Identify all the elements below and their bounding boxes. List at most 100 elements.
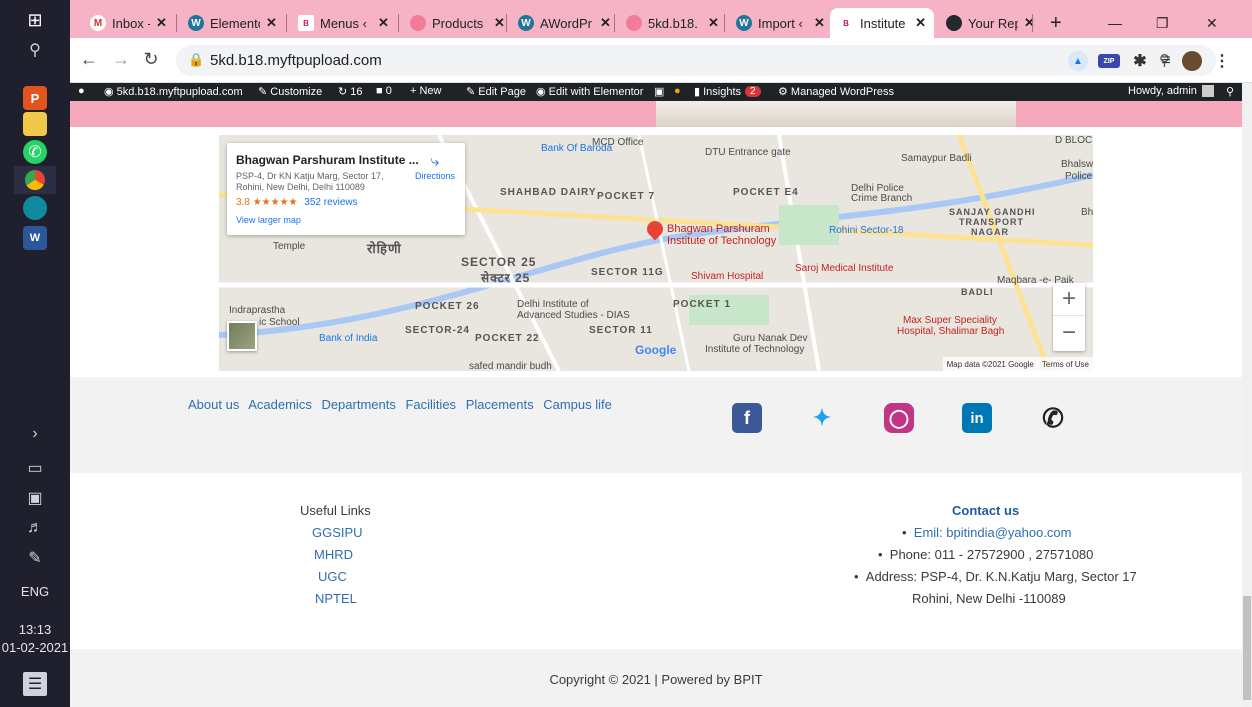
close-icon[interactable]: ✕: [156, 15, 167, 31]
office-app-icon[interactable]: P: [23, 86, 47, 110]
footer-link-academics[interactable]: Academics: [248, 397, 312, 412]
clock-time[interactable]: 13:13: [0, 622, 70, 637]
search-icon[interactable]: ⚲: [23, 38, 47, 62]
useful-link-ugc[interactable]: UGC: [318, 569, 347, 584]
maximize-icon[interactable]: ❐: [1148, 8, 1177, 38]
close-window-icon[interactable]: ✕: [1198, 8, 1226, 38]
tab-menus[interactable]: B Menus ‹ ✕: [290, 8, 397, 38]
windows-start-icon[interactable]: ⊞: [23, 8, 47, 32]
map-label: Saroj Medical Institute: [795, 263, 894, 274]
useful-link-ggsipu[interactable]: GGSIPU: [312, 525, 363, 540]
email-link[interactable]: Emil: bpitindia@yahoo.com: [914, 525, 1072, 540]
tab-gmail[interactable]: M Inbox - a ✕: [82, 8, 175, 38]
linkedin-icon[interactable]: in: [962, 403, 992, 433]
terms-link[interactable]: Terms of Use: [1042, 360, 1089, 369]
edge-icon[interactable]: [23, 196, 47, 220]
close-icon[interactable]: ✕: [708, 15, 719, 31]
managed-wp-label: Managed WordPress: [790, 85, 895, 98]
network-icon[interactable]: ▣: [23, 486, 47, 510]
brush-icon: ✎: [258, 86, 271, 98]
back-icon[interactable]: ←: [78, 49, 100, 70]
search-icon[interactable]: ⚲: [1226, 85, 1234, 98]
close-icon[interactable]: ✕: [1024, 15, 1035, 31]
page-scrollbar[interactable]: [1242, 83, 1252, 707]
menu-icon[interactable]: ⋮: [1212, 51, 1232, 71]
tab-5kd[interactable]: 5kd.b18. ✕: [618, 8, 727, 38]
tab-title: Your Rep: [968, 15, 1018, 31]
useful-link-mhrd[interactable]: MHRD: [314, 547, 353, 562]
url-text: 5kd.b18.myftpupload.com: [210, 52, 382, 69]
footer-link-placements[interactable]: Placements: [466, 397, 534, 412]
zoom-in-button[interactable]: +: [1053, 283, 1085, 316]
admin-insights[interactable]: ▮ Insights 2: [694, 85, 761, 98]
zip-extension-icon[interactable]: ZIP: [1098, 54, 1120, 68]
notification-icon[interactable]: ☰: [23, 672, 47, 696]
instagram-icon[interactable]: ◯: [884, 403, 914, 433]
tab-awordpress[interactable]: W AWordPr ✕: [510, 8, 619, 38]
tab-separator: [1032, 14, 1033, 32]
new-tab-button[interactable]: +: [1042, 8, 1070, 38]
directions-button[interactable]: ⤷ Directions: [415, 153, 455, 181]
admin-edit-page[interactable]: ✎ Edit Page: [466, 85, 526, 99]
lock-icon: 🔒: [188, 52, 205, 67]
useful-link-nptel[interactable]: NPTEL: [315, 591, 357, 606]
close-icon[interactable]: ✕: [378, 15, 389, 31]
word-icon[interactable]: W: [23, 226, 47, 250]
tab-title: Institute: [860, 15, 906, 31]
scroll-thumb[interactable]: [1243, 596, 1251, 700]
footer-link-facilities[interactable]: Facilities: [405, 397, 456, 412]
forward-icon[interactable]: →: [110, 49, 132, 70]
tab-import[interactable]: W Import ‹ ✕: [728, 8, 833, 38]
tab-elementor[interactable]: W Elemento ✕: [180, 8, 285, 38]
admin-howdy[interactable]: Howdy, admin: [1128, 85, 1214, 97]
admin-comments[interactable]: ■ 0: [376, 85, 392, 97]
minimize-icon[interactable]: —: [1100, 8, 1130, 38]
map-label: SECTOR-24: [405, 325, 470, 336]
footer-link-campus-life[interactable]: Campus life: [543, 397, 612, 412]
reading-list-icon[interactable]: ≡: [1156, 51, 1176, 71]
google-map[interactable]: MCD Office Bank Of Baroda DTU Entrance g…: [219, 135, 1093, 371]
admin-new[interactable]: + New: [410, 85, 442, 97]
footer-link-about[interactable]: About us: [188, 397, 239, 412]
file-explorer-icon[interactable]: [23, 112, 47, 136]
admin-managed-wp[interactable]: ⚙ Managed WordPress: [778, 85, 895, 99]
satellite-toggle[interactable]: [227, 321, 257, 351]
tab-products[interactable]: Products ✕: [402, 8, 513, 38]
close-icon[interactable]: ✕: [600, 15, 611, 31]
tab-github[interactable]: Your Rep ✕: [938, 8, 1043, 38]
twitter-icon[interactable]: ✦: [807, 403, 837, 433]
admin-edit-elementor[interactable]: ◉ Edit with Elementor: [536, 85, 643, 99]
close-icon[interactable]: ✕: [814, 15, 825, 31]
reviews-link[interactable]: 352 reviews: [304, 197, 357, 208]
extensions-puzzle-icon[interactable]: ✱: [1130, 51, 1150, 71]
address-bar[interactable]: 🔒 5kd.b18.myftpupload.com ⚲ ☆: [176, 45, 1216, 76]
admin-customize[interactable]: ✎ Customize: [258, 85, 322, 99]
admin-updates[interactable]: ↻ 16: [338, 85, 363, 99]
zoom-out-button[interactable]: −: [1053, 316, 1085, 349]
footer-link-departments[interactable]: Departments: [321, 397, 395, 412]
view-larger-map-link[interactable]: View larger map: [236, 215, 301, 225]
tab-institute[interactable]: B Institute ✕: [830, 8, 934, 38]
whatsapp-icon[interactable]: ✆: [23, 140, 47, 164]
clock-date[interactable]: 01-02-2021: [0, 640, 70, 655]
map-label: Bank of India: [319, 333, 378, 344]
chevron-right-icon[interactable]: ›: [23, 422, 47, 446]
close-icon[interactable]: ✕: [494, 15, 505, 31]
pen-icon[interactable]: ✎: [23, 546, 47, 570]
reload-icon[interactable]: ↻: [140, 49, 162, 70]
phone-icon[interactable]: ✆: [1038, 403, 1068, 433]
volume-icon[interactable]: ♬: [23, 516, 47, 540]
facebook-icon[interactable]: f: [732, 403, 762, 433]
chrome-taskbar-icon[interactable]: [14, 166, 56, 194]
wordpress-icon[interactable]: ●: [78, 85, 85, 97]
battery-icon[interactable]: ▭: [23, 456, 47, 480]
close-icon[interactable]: ✕: [915, 15, 926, 31]
yoast-icon[interactable]: ▣: [654, 85, 664, 98]
language-indicator[interactable]: ENG: [0, 584, 70, 599]
close-icon[interactable]: ✕: [266, 15, 277, 31]
avatar[interactable]: [1182, 51, 1202, 71]
place-name: Bhagwan Parshuram Institute ...: [236, 153, 419, 167]
admin-site-link[interactable]: ◉ 5kd.b18.myftpupload.com: [104, 85, 243, 99]
extension-icon[interactable]: ▲: [1068, 51, 1088, 71]
map-label: Police: [1065, 171, 1093, 182]
